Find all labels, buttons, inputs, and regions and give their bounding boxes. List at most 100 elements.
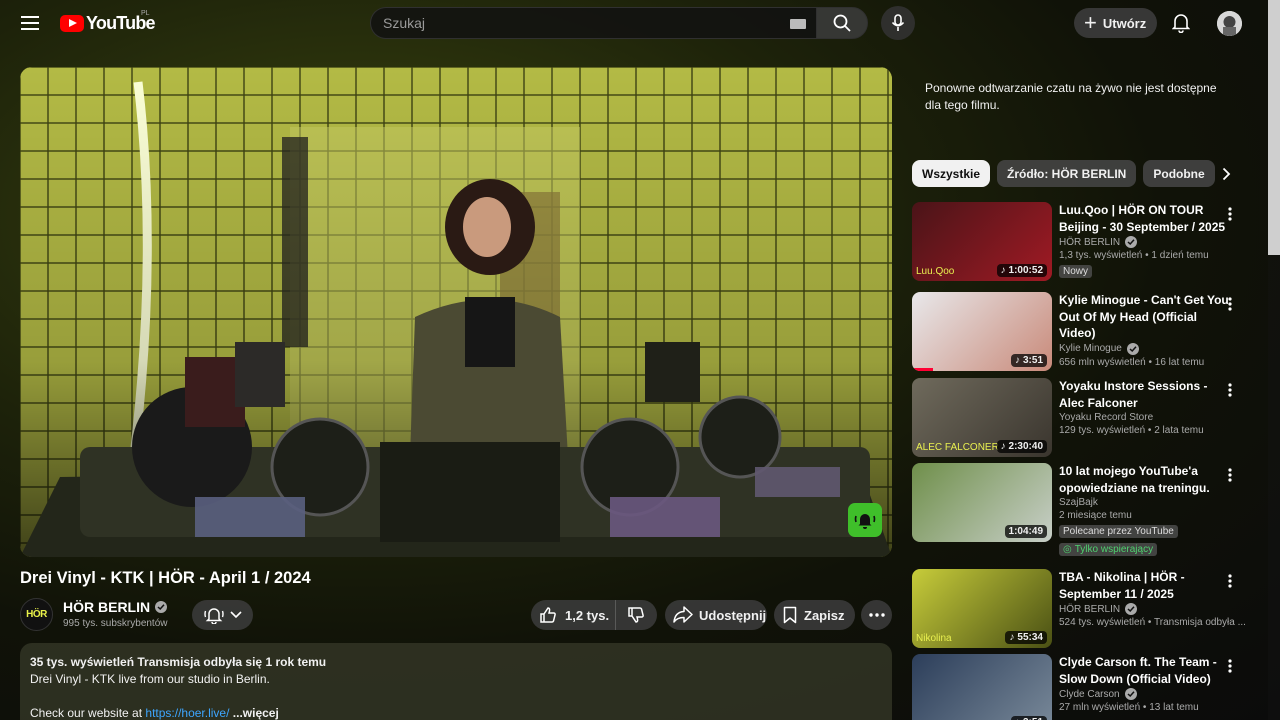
recommendation-channel[interactable]: HÖR BERLIN [1059,604,1120,615]
search-icon [833,14,851,32]
keyboard-icon[interactable] [790,19,806,29]
duration-text: 2:30:40 [1008,441,1043,452]
website-link[interactable]: https://hoer.live/ [145,706,229,720]
recommendation-channel[interactable]: SzajBajk [1059,497,1098,508]
video-frame [20,67,892,557]
notifications-button[interactable] [1164,6,1198,40]
recommendation-channel[interactable]: Clyde Carson [1059,689,1120,700]
masthead: YouTube PL + Utwórz [0,0,1280,46]
description-text: Check our website at [30,706,146,720]
more-actions-button[interactable] [861,600,892,630]
verified-icon [1125,236,1138,248]
recommendation-info: 10 lat mojego YouTube'a opowiedziane na … [1059,463,1231,557]
duration-text: 3:51 [1022,355,1043,366]
music-note-icon: ♪ [1014,355,1020,366]
more-vertical-icon [1228,574,1232,588]
recommendation-meta: 656 mln wyświetleń • 16 lat temu [1059,356,1205,368]
chip-from-channel[interactable]: Źródło: HÖR BERLIN [997,160,1137,187]
recommendation-menu-button[interactable] [1220,204,1240,224]
create-button[interactable]: + Utwórz [1074,8,1157,38]
scrollbar-thumb[interactable] [1268,0,1280,255]
recommendation-item[interactable]: ♪ 3:51 Kylie Minogue - Can't Get You Out … [912,292,1252,372]
video-player[interactable] [20,67,892,557]
duration-badge: 1:04:49 [1004,525,1047,538]
recommendation-info: Luu.Qoo | HÖR ON TOUR Beijing - 30 Septe… [1059,202,1231,279]
more-vertical-icon [1228,207,1232,221]
recommendation-thumbnail[interactable]: Luu.Qoo ♪ 1:00:52 [912,202,1052,281]
recommendation-channel-row: Yoyaku Record Store [1059,412,1231,423]
recommendation-info: Yoyaku Instore Sessions - Alec Falconer … [1059,378,1231,436]
bell-icon [1172,14,1190,33]
thumbnail-overlay-text: Luu.Qoo [916,266,955,277]
recommendation-item[interactable]: Nikolina ♪ 55:34 TBA - Nikolina | HÖR - S… [912,569,1252,649]
recommendation-title[interactable]: Yoyaku Instore Sessions - Alec Falconer [1059,378,1231,411]
channel-name: HÖR BERLIN [63,599,151,615]
recommendation-badge: Polecane przez YouTube [1059,525,1178,538]
recommendation-meta: 2 miesiące temu [1059,510,1132,521]
thumbnail-overlay-text: ALEC FALCONER [916,442,999,453]
voice-search-button[interactable] [881,6,915,40]
recommendation-channel[interactable]: Yoyaku Record Store [1059,412,1153,423]
recommendation-item[interactable]: ALEC FALCONER ♪ 2:30:40 Yoyaku Instore Se… [912,378,1252,458]
more-vertical-icon [1228,297,1232,311]
duration-badge: ♪3:51 [1010,354,1047,367]
share-button[interactable]: Udostępnij [665,600,767,630]
chip-all[interactable]: Wszystkie [912,160,991,187]
chips-next-button[interactable] [1212,160,1240,187]
search-button[interactable] [816,7,868,39]
recommendation-menu-button[interactable] [1220,294,1240,314]
create-label: Utwórz [1102,15,1147,31]
duration-text: 55:34 [1017,632,1043,643]
recommendation-thumbnail[interactable]: Nikolina ♪ 55:34 [912,569,1052,648]
recommendation-menu-button[interactable] [1220,571,1240,591]
description-box[interactable]: 35 tys. wyświetleń Transmisja odbyła się… [20,643,892,720]
show-more-link[interactable]: ...więcej [229,706,279,720]
recommendation-menu-button[interactable] [1220,465,1240,485]
recommendation-title[interactable]: Clyde Carson ft. The Team - Slow Down (O… [1059,654,1231,687]
recommendation-thumbnail[interactable]: 1:04:49 [912,463,1052,542]
recommendation-badge: Nowy [1059,265,1093,278]
more-vertical-icon [1228,383,1232,397]
like-button[interactable]: 1,2 tys. [531,600,616,630]
subscriber-count: 995 tys. subskrybentów [63,618,168,629]
recommendation-item[interactable]: 1:04:49 10 lat mojego YouTube'a opowiedz… [912,463,1252,556]
channel-name-link[interactable]: HÖR BERLIN [63,599,168,615]
recommendation-meta: 27 mln wyświetleń • 13 lat temu [1059,702,1199,713]
video-title: Drei Vinyl - KTK | HÖR - April 1 / 2024 [20,569,311,587]
search-input[interactable] [383,8,763,38]
recommendation-thumbnail[interactable]: ALEC FALCONER ♪ 2:30:40 [912,378,1052,457]
subscription-notifications-button[interactable] [192,600,253,630]
recommendation-title[interactable]: TBA - Nikolina | HÖR - September 11 / 20… [1059,569,1231,602]
recommendation-item[interactable]: Luu.Qoo ♪ 1:00:52 Luu.Qoo | HÖR ON TOUR B… [912,202,1252,282]
recommendation-thumbnail[interactable]: ♪3:51 [912,292,1052,371]
like-count: 1,2 tys. [565,607,610,623]
duration-badge: ♪ 2:30:40 [996,440,1047,453]
menu-icon[interactable] [12,5,48,41]
account-avatar[interactable] [1217,11,1242,36]
recommendation-channel-row: SzajBajk [1059,497,1231,508]
recommendation-menu-button[interactable] [1220,656,1240,676]
members-icon: ◎ [1063,544,1072,555]
music-note-icon: ♪ [1000,265,1006,276]
recommendation-thumbnail[interactable]: ♪3:51 [912,654,1052,720]
recommendation-info: Kylie Minogue - Can't Get You Out Of My … [1059,292,1231,368]
recommendation-title[interactable]: 10 lat mojego YouTube'a opowiedziane na … [1059,463,1231,496]
chip-related[interactable]: Podobne [1143,160,1215,187]
recommendation-menu-button[interactable] [1220,380,1240,400]
filter-chips: Wszystkie Źródło: HÖR BERLIN Podobne [912,160,1215,187]
recommendation-channel[interactable]: Kylie Minogue [1059,343,1122,354]
channel-avatar[interactable]: HÖR [20,598,53,631]
verified-icon [1126,342,1139,355]
live-notification-button[interactable] [848,503,882,537]
chat-replay-unavailable-note: Ponowne odtwarzanie czatu na żywo nie je… [925,81,1217,112]
dislike-button[interactable] [616,606,656,624]
recommendation-item[interactable]: ♪3:51 Clyde Carson ft. The Team - Slow D… [912,654,1252,720]
recommendation-title[interactable]: Luu.Qoo | HÖR ON TOUR Beijing - 30 Septe… [1059,202,1231,235]
save-button[interactable]: Zapisz [774,600,855,630]
thumbs-up-icon [540,607,556,623]
thumbs-down-icon [628,607,644,623]
microphone-icon [891,14,905,31]
recommendation-channel[interactable]: HÖR BERLIN [1059,237,1120,248]
recommendation-info: Clyde Carson ft. The Team - Slow Down (O… [1059,654,1231,713]
recommendation-title[interactable]: Kylie Minogue - Can't Get You Out Of My … [1059,292,1231,342]
